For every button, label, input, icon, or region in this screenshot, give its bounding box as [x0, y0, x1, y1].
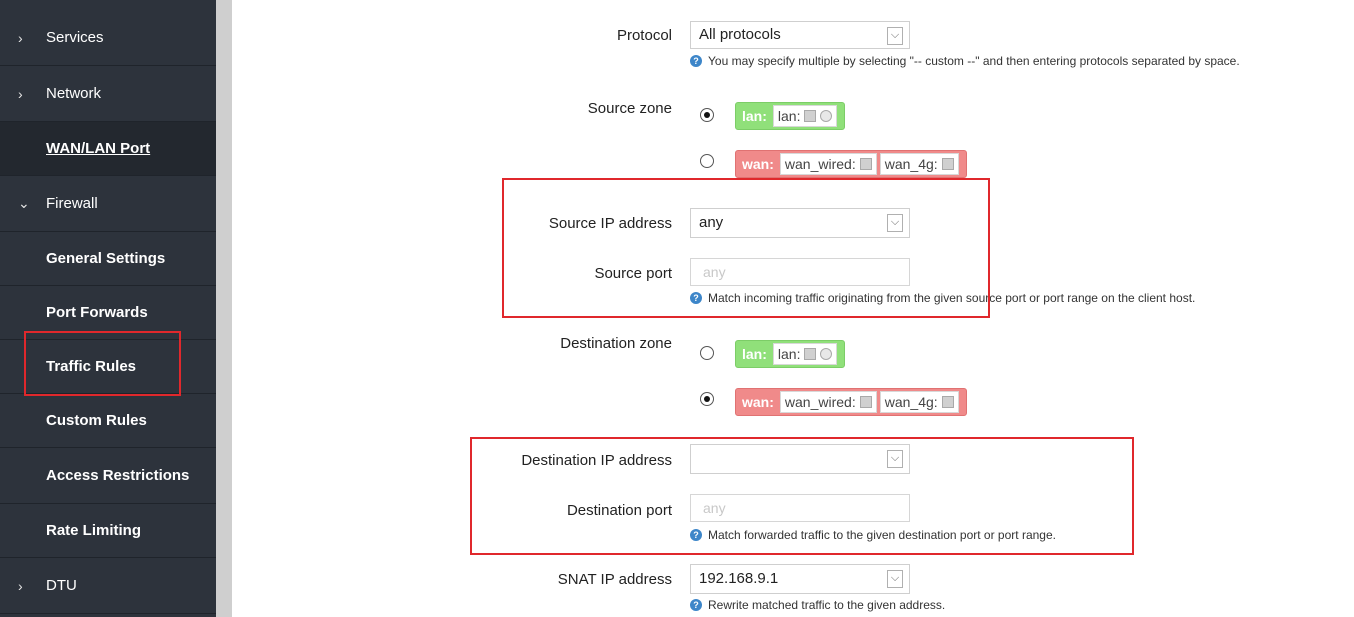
- network-icon: [941, 396, 954, 408]
- zone-network-wan-wired: wan_wired:: [779, 153, 877, 175]
- zone-name: wan:: [742, 156, 774, 172]
- protocol-label: Protocol: [616, 27, 672, 44]
- sidebar-item-label: Access Restrictions: [46, 467, 190, 484]
- help-icon: ?: [690, 55, 702, 67]
- sidebar-item-wan-lan-port[interactable]: WAN/LAN Port: [0, 122, 216, 176]
- network-icon: [820, 110, 833, 122]
- snat-ip-value: 192.168.9.1: [699, 570, 779, 587]
- chevron-right-icon: ›: [18, 29, 23, 46]
- chevron-down-icon: ⌄: [18, 195, 30, 211]
- sidebar-item-general-settings[interactable]: General Settings: [0, 232, 216, 286]
- protocol-hint-text: You may specify multiple by selecting "-…: [708, 54, 1240, 68]
- network-label: lan:: [777, 108, 801, 124]
- network-icon: [859, 158, 872, 170]
- destination-zone-wan-radio[interactable]: [700, 392, 714, 406]
- network-label: lan:: [777, 346, 801, 362]
- sidebar-item-label: Custom Rules: [46, 412, 147, 429]
- protocol-select[interactable]: All protocols ⌵: [690, 21, 910, 49]
- network-label: wan_4g:: [884, 156, 938, 172]
- destination-zone-lan-radio[interactable]: [700, 346, 714, 360]
- chevron-down-icon: ⌵: [887, 27, 903, 45]
- source-zone-lan-badge: lan: lan:: [735, 102, 846, 130]
- sidebar-item-firewall[interactable]: ⌄ Firewall: [0, 176, 216, 232]
- network-icon: [804, 348, 817, 360]
- sidebar-item-label: WAN/LAN Port: [46, 140, 151, 157]
- snat-ip-label: SNAT IP address: [557, 571, 672, 588]
- sidebar-item-label: DTU: [46, 577, 77, 594]
- protocol-value: All protocols: [699, 26, 781, 43]
- source-zone-label: Source zone: [587, 100, 672, 117]
- main-content: Protocol All protocols ⌵ ? You may speci…: [232, 0, 1354, 617]
- zone-name: lan:: [742, 108, 767, 124]
- zone-network-wan-4g: wan_4g:: [879, 391, 959, 413]
- sidebar-item-label: Services: [46, 29, 104, 46]
- sidebar-item-label: Port Forwards: [46, 304, 148, 321]
- source-zone-wan-badge: wan: wan_wired: wan_4g:: [735, 150, 967, 178]
- destination-zone-wan-badge: wan: wan_wired: wan_4g:: [735, 388, 967, 416]
- network-label: wan_4g:: [884, 394, 938, 410]
- network-icon: [859, 396, 872, 408]
- sidebar-item-dtu[interactable]: › DTU: [0, 558, 216, 614]
- network-icon: [804, 110, 817, 122]
- sidebar-item-services[interactable]: › Services: [0, 10, 216, 66]
- protocol-hint: ? You may specify multiple by selecting …: [690, 54, 1240, 68]
- network-label: wan_wired:: [784, 156, 856, 172]
- network-label: wan_wired:: [784, 394, 856, 410]
- sidebar-item-label: Network: [46, 85, 102, 102]
- network-icon: [820, 348, 833, 360]
- zone-name: wan:: [742, 394, 774, 410]
- chevron-right-icon: ›: [18, 85, 23, 102]
- help-icon: ?: [690, 599, 702, 611]
- highlight-box-destination: [470, 437, 1134, 555]
- snat-ip-select[interactable]: 192.168.9.1 ⌵: [690, 564, 910, 594]
- sidebar: › Services › Network WAN/LAN Port ⌄ Fire…: [0, 0, 216, 617]
- highlight-box-source: [502, 178, 990, 318]
- zone-network-wan-wired: wan_wired:: [779, 391, 877, 413]
- chevron-down-icon: ⌵: [887, 570, 903, 588]
- snat-ip-hint: ? Rewrite matched traffic to the given a…: [690, 598, 945, 612]
- source-zone-lan-radio[interactable]: [700, 108, 714, 122]
- destination-zone-lan-badge: lan: lan:: [735, 340, 846, 368]
- zone-network-lan: lan:: [772, 105, 838, 127]
- sidebar-item-network[interactable]: › Network: [0, 66, 216, 122]
- source-zone-wan-radio[interactable]: [700, 154, 714, 168]
- sidebar-item-label: Firewall: [46, 195, 98, 212]
- sidebar-item-label: General Settings: [46, 250, 166, 267]
- destination-zone-label: Destination zone: [560, 335, 672, 352]
- sidebar-item-custom-rules[interactable]: Custom Rules: [0, 394, 216, 448]
- sidebar-item-label: Rate Limiting: [46, 522, 142, 539]
- chevron-right-icon: ›: [18, 577, 23, 594]
- zone-network-lan: lan:: [772, 343, 838, 365]
- highlight-box-traffic-rules: [24, 331, 181, 396]
- sidebar-gutter: [216, 0, 232, 617]
- snat-ip-hint-text: Rewrite matched traffic to the given add…: [708, 598, 946, 612]
- sidebar-item-rate-limiting[interactable]: Rate Limiting: [0, 504, 216, 558]
- zone-name: lan:: [742, 346, 767, 362]
- network-icon: [941, 158, 954, 170]
- zone-network-wan-4g: wan_4g:: [879, 153, 959, 175]
- sidebar-item-access-restrictions[interactable]: Access Restrictions: [0, 448, 216, 504]
